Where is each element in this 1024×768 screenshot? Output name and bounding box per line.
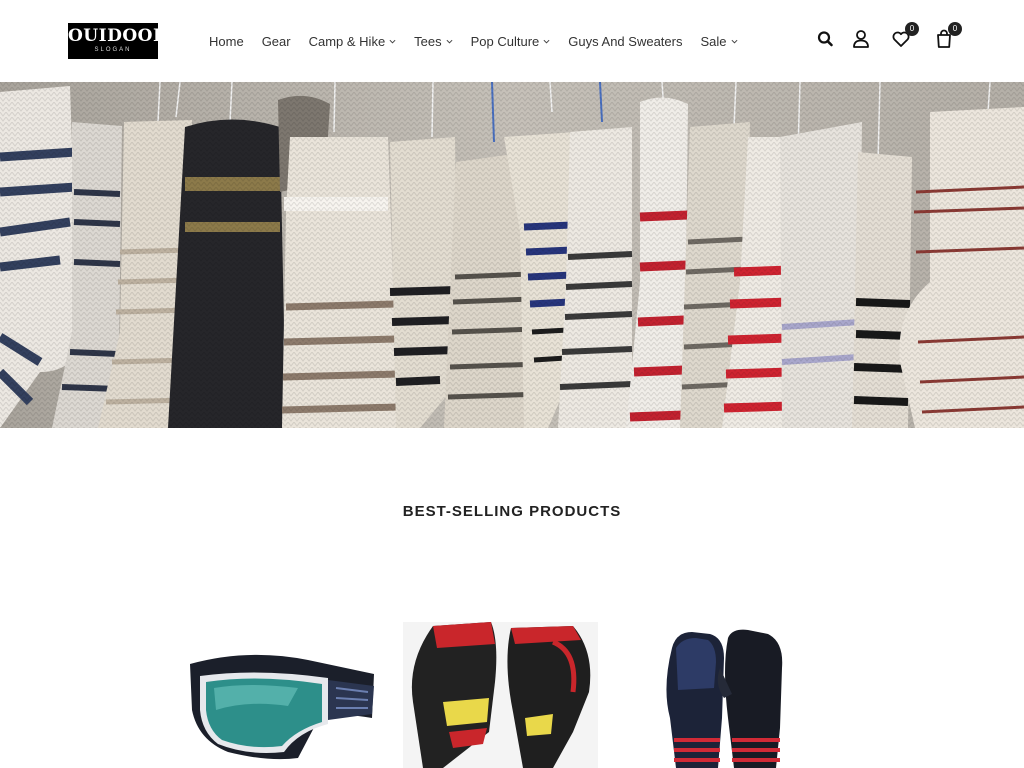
product-image-shred-mittens — [666, 629, 783, 768]
product-image-racing-gloves — [403, 622, 598, 768]
cart-button[interactable]: 0 — [933, 22, 962, 50]
search-icon[interactable] — [814, 28, 836, 50]
section-title-best-sellers: BEST-SELLING PRODUCTS — [402, 503, 622, 520]
hero-image — [0, 82, 1024, 428]
user-icon[interactable] — [850, 28, 872, 50]
product-image-ski-goggles — [190, 654, 374, 760]
cart-count-badge: 0 — [948, 22, 962, 36]
product-card-shred-mittens[interactable] — [662, 628, 787, 768]
wishlist-count-badge: 0 — [905, 22, 919, 36]
wishlist-button[interactable]: 0 — [890, 22, 919, 50]
site-header: OUIDOORI SLOGAN Home Gear Camp & Hike Te… — [0, 0, 1024, 83]
product-card-racing-gloves[interactable] — [403, 622, 598, 768]
product-card-ski-goggles[interactable] — [188, 640, 378, 768]
header-icons: 0 0 — [0, 22, 1024, 52]
hero-banner[interactable] — [0, 82, 1024, 428]
